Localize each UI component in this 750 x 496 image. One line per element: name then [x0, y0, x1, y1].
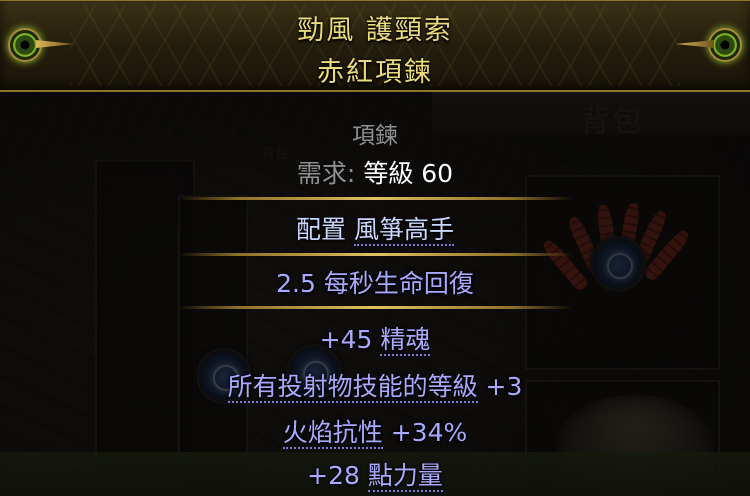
explicit-mod: +45 精魂: [0, 320, 750, 356]
item-tooltip: 勁風 護頸索 赤紅項鍊 項鍊 需求: 等級 60 配置 風箏高手 2.5 每秒生…: [0, 0, 750, 496]
tooltip-header: 勁風 護頸索 赤紅項鍊: [0, 0, 750, 92]
item-class: 項鍊: [352, 123, 398, 149]
requirement-label: 需求:: [296, 159, 356, 188]
mod-before: +28: [307, 461, 368, 490]
enchant-prefix: 配置: [296, 215, 354, 244]
mod-after: +3: [477, 372, 523, 401]
enchant-keyword[interactable]: 風箏高手: [353, 215, 454, 246]
mod-after: +34%: [382, 418, 468, 447]
mod-before: +45: [319, 325, 381, 354]
explicit-mod: 所有投射物技能的等級 +3: [0, 367, 750, 403]
separator: [178, 197, 572, 200]
item-base-type: 赤紅項鍊: [317, 57, 433, 88]
separator: [178, 306, 572, 309]
mod-keyword[interactable]: 精魂: [380, 325, 431, 356]
item-requirement: 需求: 等級 60: [0, 154, 750, 190]
mod-keyword[interactable]: 所有投射物技能的等級: [227, 372, 478, 403]
requirement-value: 等級 60: [363, 159, 454, 188]
separator: [178, 253, 572, 256]
mod-keyword[interactable]: 點力量: [367, 461, 443, 492]
explicit-mod: +28 點力量: [0, 456, 750, 492]
mod-keyword[interactable]: 火焰抗性: [282, 418, 383, 449]
enchant-mod: 配置 風箏高手: [0, 210, 750, 246]
item-name: 勁風 護頸索: [297, 15, 453, 46]
implicit-mod: 2.5 每秒生命回復: [276, 269, 474, 298]
explicit-mod: 火焰抗性 +34%: [0, 413, 750, 449]
